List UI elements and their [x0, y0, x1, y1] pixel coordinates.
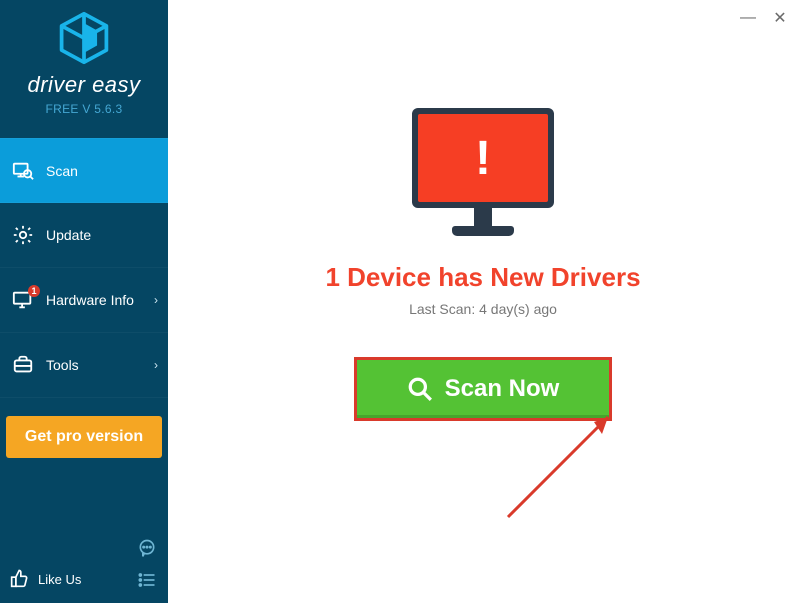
- sidebar-item-label: Update: [46, 227, 91, 243]
- sidebar-item-label: Scan: [46, 163, 78, 179]
- like-us-button[interactable]: Like Us: [10, 568, 81, 591]
- bottom-icon-stack: [136, 537, 158, 591]
- sidebar: driver easy FREE V 5.6.3 Scan Update 1: [0, 0, 168, 603]
- menu-list-icon[interactable]: [136, 569, 158, 591]
- minimize-icon: —: [740, 9, 756, 27]
- sidebar-bottom: Like Us: [0, 529, 168, 603]
- logo-icon: [56, 10, 112, 66]
- headline-text: 1 Device has New Drivers: [168, 262, 798, 293]
- sidebar-item-label: Tools: [46, 357, 79, 373]
- gear-icon: [12, 224, 34, 246]
- sidebar-item-tools[interactable]: Tools ›: [0, 333, 168, 398]
- thumbs-up-icon: [10, 568, 30, 591]
- sidebar-menu: Scan Update 1 Hardware Info ›: [0, 138, 168, 398]
- center-content: ! 1 Device has New Drivers Last Scan: 4 …: [168, 108, 798, 421]
- tools-icon: [12, 354, 34, 376]
- scan-now-label: Scan Now: [445, 375, 560, 403]
- alert-monitor-graphic: !: [412, 108, 554, 240]
- search-icon: [407, 376, 433, 402]
- sidebar-item-scan[interactable]: Scan: [0, 138, 168, 203]
- sidebar-item-hardware-info[interactable]: 1 Hardware Info ›: [0, 268, 168, 333]
- scan-now-button[interactable]: Scan Now: [354, 357, 612, 421]
- last-scan-text: Last Scan: 4 day(s) ago: [168, 301, 798, 317]
- logo-area: driver easy FREE V 5.6.3: [0, 0, 168, 124]
- get-pro-label: Get pro version: [25, 428, 143, 445]
- brand-name: driver easy: [0, 72, 168, 98]
- sidebar-item-update[interactable]: Update: [0, 203, 168, 268]
- app-window: driver easy FREE V 5.6.3 Scan Update 1: [0, 0, 798, 603]
- like-us-label: Like Us: [38, 572, 81, 587]
- chevron-right-icon: ›: [154, 293, 158, 307]
- close-icon: ✕: [773, 8, 786, 28]
- version-label: FREE V 5.6.3: [0, 102, 168, 116]
- badge-count: 1: [28, 285, 40, 297]
- main-panel: — ✕ ! 1 Device has New Drivers Last Scan…: [168, 0, 798, 603]
- close-button[interactable]: ✕: [768, 6, 792, 30]
- feedback-icon[interactable]: [136, 537, 158, 559]
- scan-icon: [12, 160, 34, 182]
- window-controls: — ✕: [736, 6, 792, 30]
- monitor-badge-icon: 1: [12, 289, 34, 311]
- minimize-button[interactable]: —: [736, 6, 760, 30]
- sidebar-item-label: Hardware Info: [46, 292, 134, 308]
- get-pro-button[interactable]: Get pro version: [6, 416, 162, 458]
- alert-exclamation-icon: !: [475, 131, 491, 186]
- chevron-right-icon: ›: [154, 358, 158, 372]
